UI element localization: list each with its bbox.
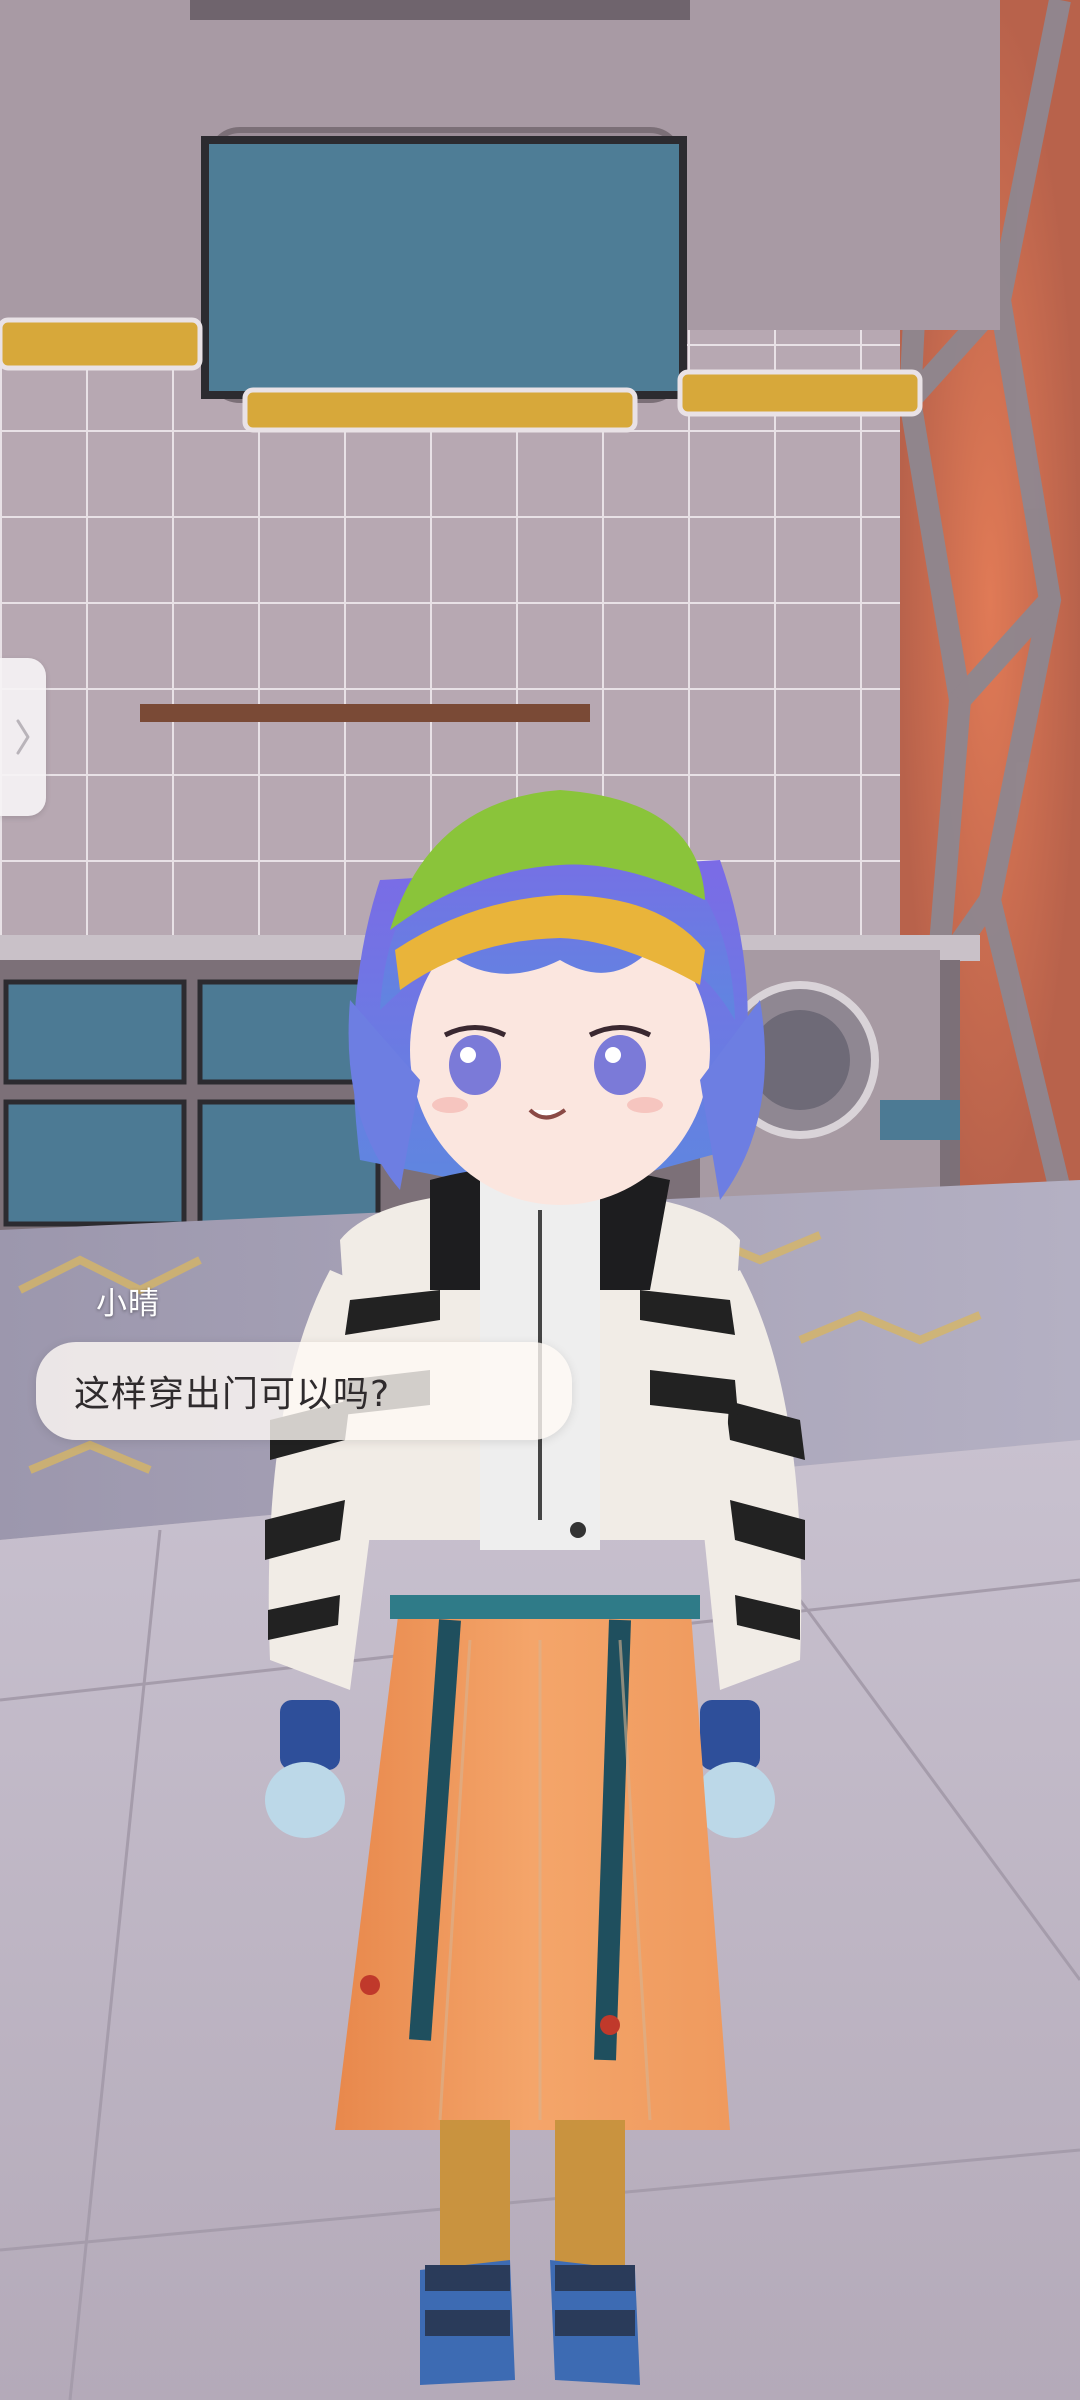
chevron-right-icon [16, 719, 30, 755]
dialogue-text: 这样穿出门可以吗? [74, 1374, 391, 1415]
dialogue-bubble[interactable]: 这样穿出门可以吗? [36, 1342, 572, 1440]
speaker-name: 小晴 [96, 1286, 160, 1322]
side-drawer-tab[interactable] [0, 658, 46, 816]
game-scene[interactable] [0, 0, 1080, 2400]
